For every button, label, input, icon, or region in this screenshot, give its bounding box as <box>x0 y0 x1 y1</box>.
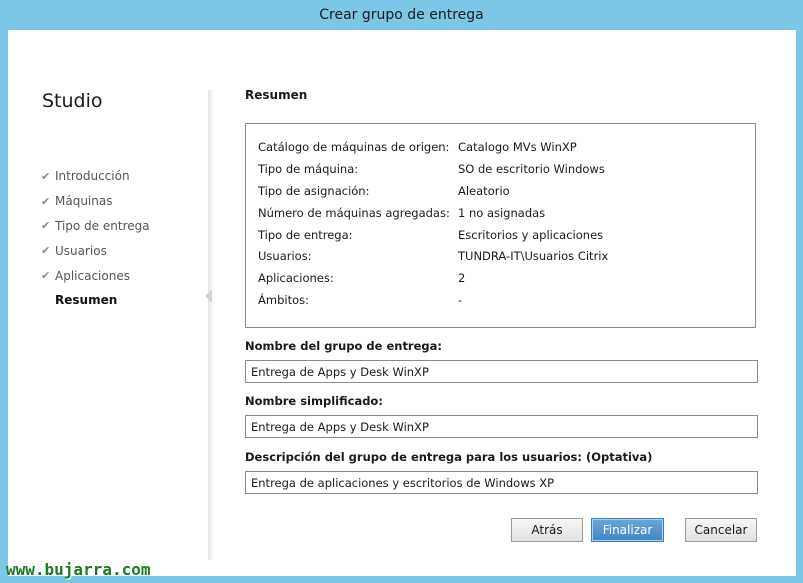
summary-label: Tipo de entrega: <box>258 227 353 242</box>
group-name-input[interactable] <box>245 360 758 383</box>
summary-value: 2 <box>458 271 466 286</box>
summary-row: Aplicaciones: 2 <box>258 267 755 289</box>
checkmark-icon: ✔ <box>41 219 51 233</box>
summary-label: Usuarios: <box>258 249 312 264</box>
finish-button[interactable]: Finalizar <box>591 518 664 542</box>
sidebar-divider <box>208 90 214 560</box>
step-tipo-de-entrega: ✔ Tipo de entrega <box>41 214 150 239</box>
summary-value: SO de escritorio Windows <box>458 161 605 176</box>
sidebar-title: Studio <box>42 90 103 112</box>
summary-value: Escritorios y aplicaciones <box>458 227 604 242</box>
window-titlebar: Crear grupo de entrega <box>0 0 803 30</box>
summary-label: Número de máquinas agregadas: <box>258 205 450 220</box>
step-label: Aplicaciones <box>55 268 130 283</box>
description-label: Descripción del grupo de entrega para lo… <box>245 450 653 464</box>
summary-label: Aplicaciones: <box>258 271 334 286</box>
checkmark-icon: ✔ <box>41 244 51 258</box>
step-usuarios: ✔ Usuarios <box>41 238 150 263</box>
summary-row: Ámbitos: - <box>258 289 755 311</box>
step-maquinas: ✔ Máquinas <box>41 189 150 214</box>
simple-name-label: Nombre simplificado: <box>245 394 383 408</box>
checkmark-icon: ✔ <box>41 269 51 283</box>
window-title: Crear grupo de entrega <box>319 7 484 23</box>
page-title: Resumen <box>245 88 308 102</box>
group-name-label: Nombre del grupo de entrega: <box>245 339 442 353</box>
summary-value: Catalogo MVs WinXP <box>458 139 577 154</box>
step-resumen: Resumen <box>41 288 150 313</box>
checkmark-icon: ✔ <box>41 169 51 183</box>
wizard-steps: ✔ Introducción ✔ Máquinas ✔ Tipo de entr… <box>41 164 150 313</box>
summary-row: Número de máquinas agregadas: 1 no asign… <box>258 202 755 224</box>
site-watermark: www.bujarra.com <box>6 560 151 579</box>
step-label: Tipo de entrega <box>55 218 150 233</box>
checkmark-icon: ✔ <box>41 194 51 208</box>
step-aplicaciones: ✔ Aplicaciones <box>41 263 150 288</box>
description-input[interactable] <box>245 471 758 494</box>
summary-value: Aleatorio <box>458 183 510 198</box>
simple-name-input[interactable] <box>245 415 758 438</box>
summary-label: Tipo de asignación: <box>258 183 370 198</box>
dialog-client-area: Studio ✔ Introducción ✔ Máquinas ✔ Tipo … <box>8 30 796 576</box>
summary-value: - <box>458 293 463 308</box>
summary-value: 1 no asignadas <box>458 205 546 220</box>
summary-label: Tipo de máquina: <box>258 161 359 176</box>
current-step-pointer-icon <box>205 289 212 303</box>
cancel-button[interactable]: Cancelar <box>685 518 757 542</box>
step-label: Introducción <box>55 169 130 184</box>
step-label: Usuarios <box>55 243 107 258</box>
step-introduccion: ✔ Introducción <box>41 164 150 189</box>
summary-row: Catálogo de máquinas de origen: Catalogo… <box>258 136 755 158</box>
step-label: Máquinas <box>55 194 113 209</box>
summary-label: Catálogo de máquinas de origen: <box>258 139 450 154</box>
wizard-sidebar: Studio ✔ Introducción ✔ Máquinas ✔ Tipo … <box>8 30 208 576</box>
summary-row: Usuarios: TUNDRA-IT\Usuarios Citrix <box>258 245 755 267</box>
summary-row: Tipo de asignación: Aleatorio <box>258 180 755 202</box>
summary-panel: Catálogo de máquinas de origen: Catalogo… <box>245 123 756 328</box>
step-label: Resumen <box>55 293 118 308</box>
summary-row: Tipo de entrega: Escritorios y aplicacio… <box>258 224 755 246</box>
summary-label: Ámbitos: <box>258 293 309 308</box>
summary-row: Tipo de máquina: SO de escritorio Window… <box>258 158 755 180</box>
summary-value: TUNDRA-IT\Usuarios Citrix <box>458 249 609 264</box>
back-button[interactable]: Atrás <box>511 518 583 542</box>
